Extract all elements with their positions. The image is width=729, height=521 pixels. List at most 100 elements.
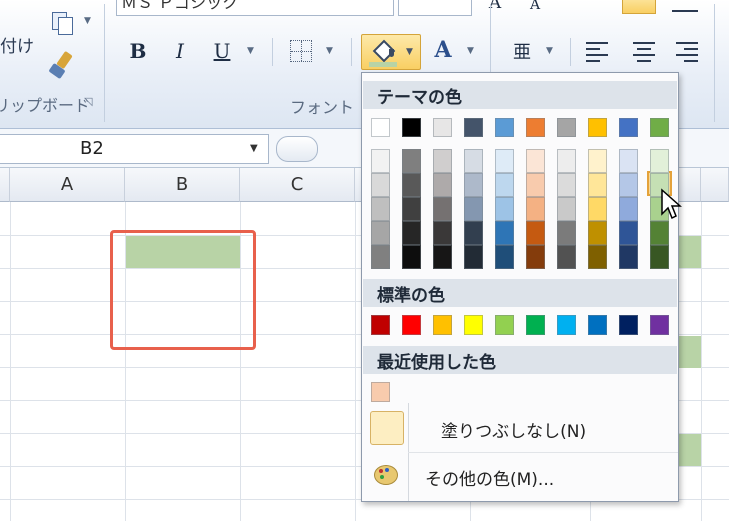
no-fill-menu-item[interactable]: 塗りつぶしなし(N) [363,409,677,449]
theme-shade-swatch-0-4[interactable] [371,245,390,269]
copy-dropdown-arrow-icon[interactable]: ▼ [84,16,91,26]
theme-color-swatch-9[interactable] [650,118,669,137]
theme-color-swatch-4[interactable] [495,118,514,137]
theme-shade-swatch-7-1[interactable] [588,173,607,197]
select-all-corner[interactable] [0,168,10,202]
clipboard-dialog-launcher-icon[interactable]: ◹ [84,95,92,108]
standard-color-swatch-7[interactable] [588,315,607,335]
theme-shade-swatch-1-4[interactable] [402,245,421,269]
theme-shade-swatch-6-2[interactable] [557,197,576,221]
theme-shade-swatch-2-0[interactable] [433,149,452,173]
theme-shade-swatch-2-4[interactable] [433,245,452,269]
theme-shade-swatch-1-2[interactable] [402,197,421,221]
more-colors-menu-item[interactable]: その他の色(M)... [363,457,677,495]
align-center-icon[interactable] [632,40,656,62]
theme-shade-swatch-7-4[interactable] [588,245,607,269]
theme-shade-swatch-7-3[interactable] [588,221,607,245]
theme-shade-swatch-1-1[interactable] [402,173,421,197]
borders-icon[interactable] [290,40,312,62]
theme-shade-swatch-5-1[interactable] [526,173,545,197]
theme-shade-swatch-3-1[interactable] [464,173,483,197]
standard-color-swatch-5[interactable] [526,315,545,335]
theme-shade-swatch-8-1[interactable] [619,173,638,197]
theme-color-swatch-3[interactable] [464,118,483,137]
theme-color-swatch-7[interactable] [588,118,607,137]
standard-color-swatch-6[interactable] [557,315,576,335]
theme-color-swatch-2[interactable] [433,118,452,137]
theme-shade-swatch-6-1[interactable] [557,173,576,197]
theme-color-swatch-1[interactable] [402,118,421,137]
font-size-shrink-button[interactable]: A [524,0,546,16]
theme-shade-swatch-3-2[interactable] [464,197,483,221]
theme-shade-swatch-2-2[interactable] [433,197,452,221]
name-box[interactable]: B2 ▼ [0,134,269,164]
theme-shade-swatch-9-3[interactable] [650,221,669,245]
standard-color-swatch-1[interactable] [402,315,421,335]
theme-color-swatch-8[interactable] [619,118,638,137]
theme-shade-swatch-3-4[interactable] [464,245,483,269]
phonetic-dropdown-arrow-icon[interactable]: ▼ [546,46,553,56]
theme-shade-swatch-4-1[interactable] [495,173,514,197]
theme-shade-swatch-4-4[interactable] [495,245,514,269]
filled-cell-right-2[interactable] [677,336,701,368]
column-header-g[interactable] [701,168,729,202]
theme-shade-swatch-8-2[interactable] [619,197,638,221]
font-size-box[interactable] [398,0,472,16]
copy-icon[interactable] [50,10,74,35]
align-top-icon[interactable] [622,0,656,14]
theme-shade-swatch-7-0[interactable] [588,149,607,173]
column-header-c[interactable]: C [240,168,355,202]
theme-color-swatch-5[interactable] [526,118,545,137]
phonetic-guide-button[interactable]: 亜 [508,36,536,66]
theme-shade-swatch-0-0[interactable] [371,149,390,173]
column-header-b[interactable]: B [125,168,240,202]
theme-shade-swatch-4-3[interactable] [495,221,514,245]
theme-shade-swatch-6-0[interactable] [557,149,576,173]
theme-shade-swatch-1-0[interactable] [402,149,421,173]
borders-dropdown-arrow-icon[interactable]: ▼ [326,46,333,56]
theme-shade-swatch-6-4[interactable] [557,245,576,269]
standard-color-swatch-3[interactable] [464,315,483,335]
theme-shade-swatch-0-1[interactable] [371,173,390,197]
font-color-button[interactable]: A [430,36,456,64]
theme-color-swatch-0[interactable] [371,118,390,137]
theme-shade-swatch-0-3[interactable] [371,221,390,245]
theme-shade-swatch-0-2[interactable] [371,197,390,221]
standard-color-swatch-8[interactable] [619,315,638,335]
filled-cell-right-1[interactable] [677,236,701,268]
theme-shade-swatch-6-3[interactable] [557,221,576,245]
format-painter-icon[interactable] [48,50,76,80]
recent-color-swatch-0[interactable] [371,382,390,402]
theme-shade-swatch-5-0[interactable] [526,149,545,173]
theme-shade-swatch-9-4[interactable] [650,245,669,269]
align-right-icon[interactable] [674,40,698,62]
theme-shade-swatch-5-4[interactable] [526,245,545,269]
formula-scroll-handle[interactable] [276,136,318,162]
theme-shade-swatch-1-3[interactable] [402,221,421,245]
bold-button[interactable]: B [126,38,150,64]
fill-color-dropdown-arrow-icon[interactable]: ▼ [406,47,413,57]
column-header-a[interactable]: A [10,168,125,202]
theme-shade-swatch-4-2[interactable] [495,197,514,221]
font-name-box[interactable]: ＭＳ Ｐゴシック [116,0,394,16]
standard-color-swatch-9[interactable] [650,315,669,335]
align-left-icon[interactable] [586,40,610,62]
theme-shade-swatch-4-0[interactable] [495,149,514,173]
font-size-grow-button[interactable]: A [484,0,506,14]
theme-shade-swatch-7-2[interactable] [588,197,607,221]
theme-shade-swatch-8-4[interactable] [619,245,638,269]
underline-dropdown-arrow-icon[interactable]: ▼ [247,46,254,56]
theme-shade-swatch-3-0[interactable] [464,149,483,173]
theme-shade-swatch-9-0[interactable] [650,149,669,173]
standard-color-swatch-0[interactable] [371,315,390,335]
standard-color-swatch-2[interactable] [433,315,452,335]
filled-cell-right-3[interactable] [677,434,701,466]
theme-shade-swatch-5-3[interactable] [526,221,545,245]
theme-shade-swatch-8-0[interactable] [619,149,638,173]
standard-color-swatch-4[interactable] [495,315,514,335]
italic-button[interactable]: I [168,38,192,64]
theme-shade-swatch-3-3[interactable] [464,221,483,245]
theme-color-swatch-6[interactable] [557,118,576,137]
theme-shade-swatch-2-1[interactable] [433,173,452,197]
name-box-dropdown-arrow-icon[interactable]: ▼ [250,143,258,154]
